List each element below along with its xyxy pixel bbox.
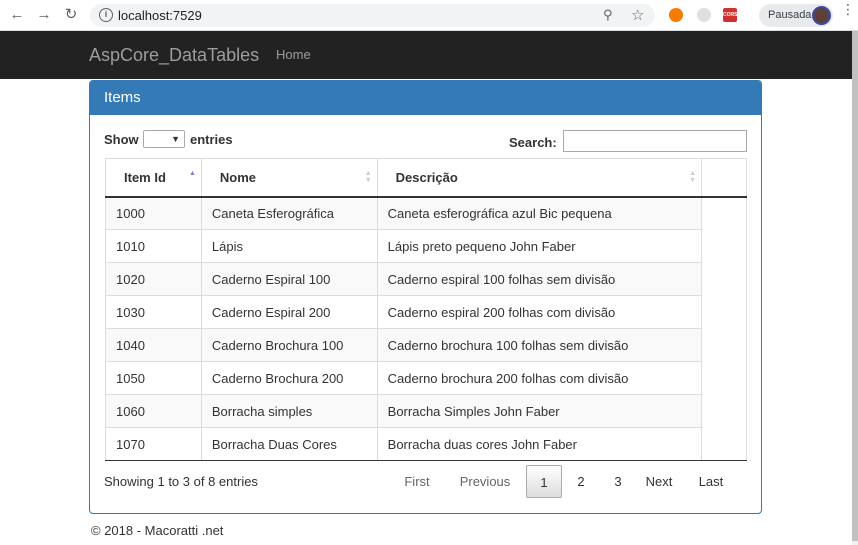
search-label: Search: [509,135,557,150]
cell-filler [701,394,747,428]
cell-item-id: 1040 [105,328,202,362]
table-row[interactable]: 1060 Borracha simples Borracha Simples J… [105,394,747,428]
url-text[interactable]: localhost:7529 [118,8,202,23]
extension-icon[interactable] [669,8,683,22]
reload-icon[interactable]: ↻ [63,7,79,23]
column-header-filler [701,158,747,198]
column-header-label: Descrição [395,169,458,185]
cell-item-id: 1000 [105,196,202,230]
extension-icon[interactable] [697,8,711,22]
browser-toolbar: ← → ↻ i localhost:7529 ⚲ ☆ CORS Pausada … [0,0,858,31]
cell-nome: Caneta Esferográfica [200,196,378,230]
cell-descricao: Caderno brochura 200 folhas com divisão [376,361,702,395]
zoom-icon[interactable]: ⚲ [603,7,613,23]
table-info: Showing 1 to 3 of 8 entries [104,474,258,489]
cell-nome: Caderno Brochura 100 [200,328,378,362]
column-header-item-id[interactable]: Item Id ▲ [105,158,202,198]
page-scrollbar[interactable] [852,31,858,545]
bookmark-star-icon[interactable]: ☆ [631,6,644,24]
column-header-descricao[interactable]: Descrição ▲ ▼ [376,158,702,198]
cell-filler [701,262,747,296]
cell-item-id: 1030 [105,295,202,329]
menu-dots-icon[interactable]: ⋮ [841,2,855,16]
nav-home-link[interactable]: Home [276,47,311,62]
cell-descricao: Caderno espiral 200 folhas com divisão [376,295,702,329]
previous-page-button[interactable]: Previous [452,465,518,498]
info-icon[interactable]: i [99,8,113,22]
entries-length-select[interactable]: ▼ [143,130,185,148]
cell-nome: Borracha Duas Cores [200,427,378,461]
cell-nome: Lápis [200,229,378,263]
cell-descricao: Borracha Simples John Faber [376,394,702,428]
items-table: Item Id ▲ Nome ▲ ▼ Descrição ▲ ▼ 1000 Cane… [105,158,747,461]
page-footer: © 2018 - Macoratti .net [91,523,224,538]
cell-descricao: Caderno espiral 100 folhas sem divisão [376,262,702,296]
table-row[interactable]: 1050 Caderno Brochura 200 Caderno brochu… [105,361,747,395]
cell-item-id: 1050 [105,361,202,395]
forward-arrow-icon[interactable]: → [36,7,52,23]
page-button-1[interactable]: 1 [526,465,562,498]
entries-label: entries [190,132,233,147]
cell-nome: Caderno Brochura 200 [200,361,378,395]
cell-filler [701,229,747,263]
address-bar[interactable]: i localhost:7529 ⚲ ☆ [90,4,655,27]
brand-link[interactable]: AspCore_DataTables [89,45,259,66]
table-row[interactable]: 1020 Caderno Espiral 100 Caderno espiral… [105,262,747,296]
chevron-down-icon: ▼ [171,134,180,144]
table-row[interactable]: 1030 Caderno Espiral 200 Caderno espiral… [105,295,747,329]
cell-descricao: Lápis preto pequeno John Faber [376,229,702,263]
next-page-button[interactable]: Next [640,465,678,498]
cell-descricao: Caneta esferográfica azul Bic pequena [376,196,702,230]
cell-filler [701,361,747,395]
table-row[interactable]: 1000 Caneta Esferográfica Caneta esferog… [105,196,747,230]
column-header-label: Item Id [124,169,166,185]
show-label: Show [104,132,139,147]
cell-filler [701,196,747,230]
cell-item-id: 1060 [105,394,202,428]
table-controls: Show ▼ entries Search: [104,130,747,154]
cell-descricao: Borracha duas cores John Faber [376,427,702,461]
cell-filler [701,328,747,362]
last-page-button[interactable]: Last [694,465,728,498]
sort-ascending-icon: ▲ [188,170,196,177]
column-header-label: Nome [219,169,256,185]
cell-descricao: Caderno brochura 100 folhas sem divisão [376,328,702,362]
cell-item-id: 1020 [105,262,202,296]
avatar [812,6,831,25]
column-header-nome[interactable]: Nome ▲ ▼ [200,158,378,198]
cell-filler [701,295,747,329]
cell-item-id: 1070 [105,427,202,461]
sort-both-icon: ▲ ▼ [364,170,372,184]
back-arrow-icon[interactable]: ← [9,7,25,23]
items-panel: Items Show ▼ entries Search: Item Id ▲ N… [89,80,762,514]
search-input[interactable] [563,130,747,152]
cell-nome: Borracha simples [200,394,378,428]
table-row[interactable]: 1010 Lápis Lápis preto pequeno John Fabe… [105,229,747,263]
cell-nome: Caderno Espiral 100 [200,262,378,296]
table-row[interactable]: 1040 Caderno Brochura 100 Caderno brochu… [105,328,747,362]
sort-both-icon: ▲ ▼ [689,170,697,184]
cell-filler [701,427,747,461]
page-button-2[interactable]: 2 [568,465,594,498]
cell-item-id: 1010 [105,229,202,263]
page-button-3[interactable]: 3 [605,465,631,498]
panel-title: Items [90,81,761,115]
profile-label: Pausada [768,9,812,21]
scrollbar-thumb[interactable] [852,31,858,541]
cors-extension-icon[interactable]: CORS [723,8,737,22]
cell-nome: Caderno Espiral 200 [200,295,378,329]
profile-button[interactable]: Pausada [759,4,833,27]
top-navbar: AspCore_DataTables Home [0,31,852,79]
table-row[interactable]: 1070 Borracha Duas Cores Borracha duas c… [105,427,747,461]
first-page-button[interactable]: First [398,465,436,498]
